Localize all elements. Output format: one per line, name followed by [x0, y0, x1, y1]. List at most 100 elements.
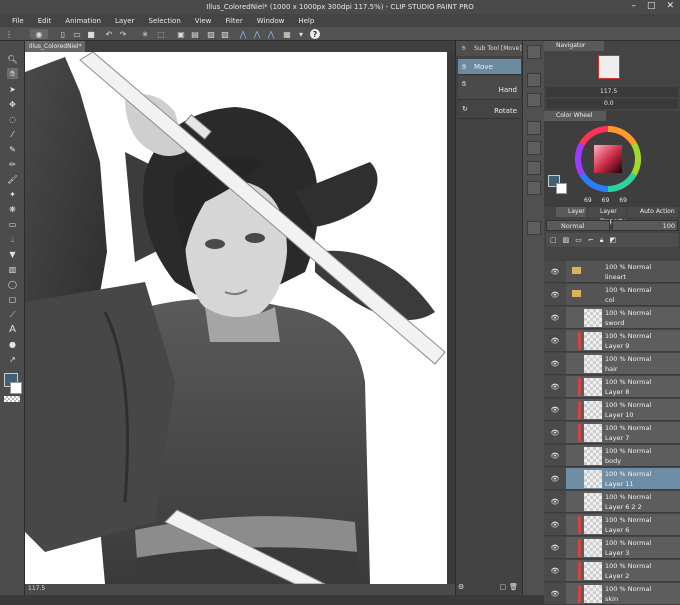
eyedropper-icon[interactable]: ⁄ — [7, 129, 18, 140]
lock-icon[interactable]: 🔒︎ — [600, 236, 604, 245]
eye-icon[interactable]: 👁︎ — [544, 353, 566, 375]
snap-grid-icon[interactable]: ⋀ — [266, 29, 276, 39]
layer-property-tab[interactable]: Layer Property — [588, 207, 626, 225]
settings-icon[interactable]: ⚙ — [458, 583, 464, 591]
layer-tab[interactable]: Layer — [556, 207, 586, 217]
decoration-icon[interactable]: ❋ — [7, 204, 18, 215]
airbrush-icon[interactable]: ✦ — [7, 189, 18, 200]
frame-icon[interactable]: ▢ — [7, 294, 18, 305]
sub-color-chip[interactable] — [556, 183, 567, 194]
eye-icon[interactable]: 👁︎ — [544, 514, 566, 536]
pen-icon[interactable]: ✎ — [7, 144, 18, 155]
new-file-icon[interactable]: ▯ — [58, 29, 68, 39]
navigator-angle-bar[interactable]: 0.0 — [546, 99, 678, 109]
crop-icon[interactable]: ▤ — [190, 29, 200, 39]
eye-icon[interactable]: 👁︎ — [544, 560, 566, 582]
ruler-icon[interactable]: ⟋ — [7, 309, 18, 320]
clear-selection-icon[interactable]: ▣ — [176, 29, 186, 39]
eye-icon[interactable]: 👁︎ — [544, 399, 566, 421]
eye-icon[interactable]: 👁︎ — [544, 491, 566, 513]
eye-icon[interactable]: 👁︎ — [544, 284, 566, 306]
pencil-icon[interactable]: ✏︎ — [7, 159, 18, 170]
layer-row[interactable]: 100 % Normal Layer 6 2 2 — [566, 491, 680, 513]
maximize-icon[interactable]: □ — [647, 2, 656, 11]
zoom-icon[interactable]: 🔍︎ — [7, 54, 18, 65]
eye-icon[interactable]: 👁︎ — [544, 583, 566, 605]
menu-animation[interactable]: Animation — [65, 17, 101, 25]
minimize-icon[interactable]: – — [631, 2, 636, 11]
layer-row[interactable]: 100 % Normal body — [566, 445, 680, 467]
new-vector-layer-icon[interactable]: ▨ — [563, 236, 570, 244]
color-wheel-tab[interactable]: Color Wheel — [544, 111, 606, 121]
gradient-icon[interactable]: ▥ — [7, 264, 18, 275]
layer-row[interactable]: 100 % Normal Layer 3 — [566, 537, 680, 559]
zoom-readout[interactable]: 117.5 — [28, 585, 45, 592]
canvas[interactable] — [25, 52, 455, 584]
layer-folder-row[interactable]: 100 % Normal lineart — [566, 261, 680, 283]
navigator-preview[interactable] — [598, 55, 620, 79]
figure-icon[interactable]: ◯ — [7, 279, 18, 290]
layer-row[interactable]: 100 % Normal Layer 2 — [566, 560, 680, 582]
snap-ruler-icon[interactable]: ⋀ — [238, 29, 248, 39]
transform-icon[interactable]: ⬚ — [156, 29, 166, 39]
menu-file[interactable]: File — [12, 17, 24, 25]
menu-edit[interactable]: Edit — [38, 17, 52, 25]
layer-row[interactable]: 100 % Normal hair — [566, 353, 680, 375]
eraser-icon[interactable]: ▭ — [7, 219, 18, 230]
show-selection-icon[interactable]: ▨ — [220, 29, 230, 39]
help-icon[interactable]: ? — [310, 29, 320, 39]
layer-dock-icon[interactable] — [527, 221, 541, 235]
balloon-icon[interactable]: ● — [7, 339, 18, 350]
dropdown-icon[interactable]: ▾ — [296, 29, 306, 39]
invert-selection-icon[interactable]: ▧ — [206, 29, 216, 39]
layer-row[interactable]: 100 % Normal Layer 8 — [566, 376, 680, 398]
hand-tool-icon[interactable]: ✋︎ — [7, 68, 18, 79]
copy-icon[interactable]: ▢ — [499, 583, 506, 591]
opacity-slider[interactable]: 100 — [612, 220, 678, 231]
menu-layer[interactable]: Layer — [115, 17, 135, 25]
menu-filter[interactable]: Filter — [225, 17, 242, 25]
document-tab[interactable]: Illus_ColoredNiel* — [25, 41, 85, 52]
layer-row[interactable]: 100 % Normal Layer 11 — [566, 468, 680, 490]
auto-action-tab[interactable]: Auto Action — [628, 207, 678, 217]
delete-icon[interactable]: 🗑︎ — [509, 583, 518, 591]
subtool-hand[interactable]: ✋︎ Hand — [458, 76, 521, 100]
blend-mode-select[interactable]: Normal — [546, 220, 610, 231]
snap-special-ruler-icon[interactable]: ⋀ — [252, 29, 262, 39]
layer-row[interactable]: 100 % Normal skin — [566, 583, 680, 605]
clear-icon[interactable]: ✳ — [140, 29, 150, 39]
undo-icon[interactable]: ↶ — [104, 29, 114, 39]
canvas-scrollbar[interactable] — [447, 52, 455, 584]
eye-icon[interactable]: 👁︎ — [544, 537, 566, 559]
color-set-dock-icon[interactable] — [527, 121, 541, 135]
new-folder-icon[interactable]: ▭ — [575, 236, 582, 244]
correct-line-icon[interactable]: ↗ — [7, 354, 18, 365]
layer-row[interactable]: 100 % Normal sword — [566, 307, 680, 329]
clip-icon[interactable]: ⌐ — [588, 236, 594, 244]
grid-icon[interactable]: ▦ — [282, 29, 292, 39]
redo-icon[interactable]: ↷ — [118, 29, 128, 39]
eye-icon[interactable]: 👁︎ — [544, 468, 566, 490]
save-icon[interactable]: ■ — [86, 29, 96, 39]
navigator-dock-icon[interactable] — [527, 45, 541, 59]
approximate-color-dock-icon[interactable] — [527, 161, 541, 175]
layer-folder-row[interactable]: 100 % Normal col — [566, 284, 680, 306]
reference-icon[interactable]: ◩ — [609, 236, 616, 244]
clip-studio-icon[interactable]: ◉ — [30, 29, 48, 39]
sub-color-swatch[interactable] — [10, 382, 22, 394]
subtool-rotate[interactable]: ↻ Rotate — [458, 101, 521, 119]
menu-window[interactable]: Window — [257, 17, 285, 25]
layer-row[interactable]: 100 % Normal Layer 7 — [566, 422, 680, 444]
layer-row[interactable]: 100 % Normal Layer 6 — [566, 514, 680, 536]
menu-help[interactable]: Help — [298, 17, 314, 25]
operation-icon[interactable]: ➤ — [7, 84, 18, 95]
brush-size-dock-icon[interactable] — [527, 93, 541, 107]
navigator-zoom-bar[interactable]: 117.5 — [546, 87, 678, 97]
navigator-tab[interactable]: Navigator — [544, 41, 604, 51]
move-layer-icon[interactable]: ✥ — [7, 99, 18, 110]
blend-icon[interactable]: 💧︎ — [7, 234, 18, 245]
eye-icon[interactable]: 👁︎ — [544, 330, 566, 352]
new-layer-icon[interactable]: ▢ — [550, 236, 557, 244]
layer-row[interactable]: 100 % Normal Layer 9 — [566, 330, 680, 352]
lasso-icon[interactable]: ◌ — [7, 114, 18, 125]
